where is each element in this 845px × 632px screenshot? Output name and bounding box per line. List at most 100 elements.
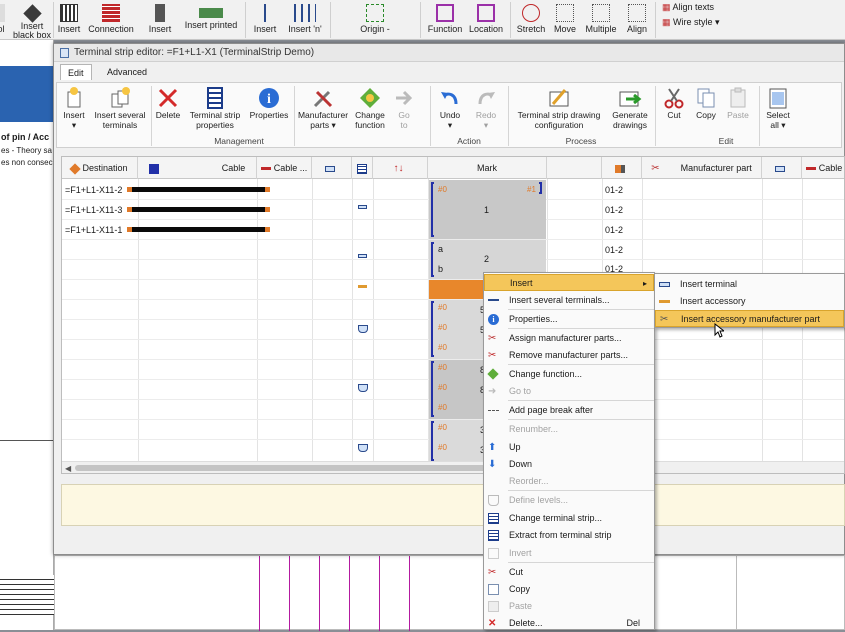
delete-button[interactable]: Delete	[153, 86, 183, 136]
mark-hash-0: #0	[438, 343, 447, 352]
menu-item-delete[interactable]: ✕ Delete... Del	[484, 615, 654, 632]
column-blank[interactable]	[547, 157, 602, 179]
destination-cell[interactable]: =F1+L1-X11-1	[65, 225, 122, 235]
bg-btn-multiple[interactable]: Multiple	[582, 0, 620, 40]
menu-item-extract-from-strip[interactable]: Extract from terminal strip	[484, 527, 654, 544]
delete-shortcut: Del	[626, 618, 640, 628]
column-cable-extra[interactable]: Cable ...	[257, 157, 312, 179]
wire-icon	[805, 167, 816, 171]
redo-button[interactable]: Redo ▾	[469, 86, 503, 136]
ref-cell[interactable]: 01-2	[605, 205, 623, 215]
down-arrow-icon: ⬇	[488, 459, 497, 470]
column-cable-2[interactable]: Cable	[802, 157, 844, 179]
column-ref[interactable]	[602, 157, 642, 179]
paste-button[interactable]: Paste	[723, 86, 753, 136]
column-manufacturer-part[interactable]: ✂ Manufacturer part	[642, 157, 762, 179]
dialog-title-bar[interactable]: Terminal strip editor: =F1+L1-X1 (Termin…	[54, 44, 844, 62]
menu-item-invert[interactable]: Invert	[484, 545, 654, 562]
column-mark[interactable]: Mark	[428, 157, 547, 179]
menu-item-insert[interactable]: Insert ▸	[484, 274, 654, 291]
menu-item-down[interactable]: ⬇ Down	[484, 456, 654, 473]
bg-btn-insert-plug[interactable]: Insert	[145, 0, 175, 40]
bg-sep	[655, 2, 656, 38]
menu-item-define-levels[interactable]: Define levels...	[484, 492, 654, 509]
submenu-item-insert-accessory[interactable]: Insert accessory	[655, 293, 844, 310]
submenu-item-insert-accessory-manufacturer-part[interactable]: ✂ Insert accessory manufacturer part	[655, 310, 844, 327]
generate-drawings-button[interactable]: Generate drawings	[609, 86, 651, 136]
bg-btn-0[interactable]: ol	[0, 0, 8, 40]
cut-button[interactable]: Cut	[659, 86, 689, 136]
bg-btn-align[interactable]: Align	[622, 0, 652, 40]
column-cable[interactable]: Cable	[138, 157, 257, 179]
manufacturer-parts-button[interactable]: Manufacturer parts ▾	[297, 86, 349, 136]
menu-item-up[interactable]: ⬆ Up	[484, 439, 654, 456]
submenu-item-insert-terminal[interactable]: Insert terminal	[655, 276, 844, 293]
destination-cell[interactable]: =F1+L1-X11-2	[65, 185, 122, 195]
copy-button[interactable]: Copy	[691, 86, 721, 136]
undo-button[interactable]: Undo ▾	[433, 86, 467, 136]
menu-item-copy[interactable]: Copy	[484, 581, 654, 598]
ref-cell[interactable]: 01-2	[605, 225, 623, 235]
bg-btn-insert-n[interactable]: Insert 'n'	[285, 0, 325, 40]
bg-btn-black-box[interactable]: Insert black box	[10, 0, 54, 40]
bg-btn-move[interactable]: Move	[550, 0, 580, 40]
bg-btn-origin[interactable]: Origin -	[350, 0, 400, 40]
cable-line[interactable]	[127, 207, 270, 212]
bg-btn-connection[interactable]: Connection	[85, 0, 137, 40]
menu-item-add-page-break[interactable]: Add page break after	[484, 402, 654, 419]
select-all-button[interactable]: Select all ▾	[763, 86, 793, 136]
bg-side-text: es non consec	[1, 158, 53, 167]
ribbon-separator	[655, 86, 656, 146]
connection-icon	[102, 4, 120, 22]
destination-cell[interactable]: =F1+L1-X11-3	[65, 205, 122, 215]
change-function-button[interactable]: Change function	[351, 86, 389, 136]
bg-btn-insert-printed[interactable]: Insert printed	[180, 0, 242, 40]
bg-btn-function[interactable]: Function	[425, 0, 465, 40]
bg-btn-location[interactable]: Location	[466, 0, 506, 40]
tab-edit[interactable]: Edit	[60, 64, 92, 80]
bg-wire-style[interactable]: ▦ Wire style ▾	[662, 17, 720, 28]
menu-item-properties[interactable]: i Properties...	[484, 311, 654, 328]
scroll-left-icon[interactable]: ◀	[65, 464, 71, 473]
insert-several-icon	[108, 86, 132, 110]
menu-item-change-terminal-strip[interactable]: Change terminal strip...	[484, 510, 654, 527]
column-destination[interactable]: Destination	[62, 157, 138, 179]
bg-align-texts[interactable]: ▦ Align texts	[662, 2, 714, 13]
menu-item-remove-manufacturer-parts[interactable]: ✂ Remove manufacturer parts...	[484, 347, 654, 364]
properties-button[interactable]: i Properties	[247, 86, 291, 136]
column-connector[interactable]	[312, 157, 352, 179]
tab-advanced[interactable]: Advanced	[100, 64, 154, 80]
go-to-button[interactable]: Go to	[391, 86, 417, 136]
mouse-cursor-icon	[714, 323, 724, 338]
menu-item-renumber[interactable]: Renumber...	[484, 421, 654, 438]
drawing-configuration-button[interactable]: Terminal strip drawing configuration	[511, 86, 607, 136]
ref-cell[interactable]: 01-2	[605, 245, 623, 255]
terminal-strip-properties-button[interactable]: Terminal strip properties	[185, 86, 245, 136]
scrollbar-thumb[interactable]	[75, 465, 495, 471]
cable-line[interactable]	[127, 187, 270, 192]
cable-line[interactable]	[127, 227, 270, 232]
function-symbol	[358, 384, 368, 392]
menu-item-cut[interactable]: ✂ Cut	[484, 564, 654, 581]
menu-item-go-to[interactable]: ➜ Go to	[484, 383, 654, 400]
bg-btn-insert-terminal[interactable]: Insert	[250, 0, 280, 40]
mark-value: 2	[484, 254, 490, 264]
menu-item-reorder[interactable]: Reorder...	[484, 473, 654, 490]
ref-cell[interactable]: 01-2	[605, 185, 623, 195]
menu-item-assign-manufacturer-parts[interactable]: ✂ Assign manufacturer parts...	[484, 330, 654, 347]
bg-btn-insert-device[interactable]: Insert	[55, 0, 83, 40]
insert-icon	[62, 86, 86, 110]
horizontal-scrollbar[interactable]: ◀	[62, 461, 844, 473]
insert-several-terminals-button[interactable]: Insert several terminals	[91, 86, 149, 136]
bg-btn-stretch[interactable]: Stretch	[514, 0, 548, 40]
insert-button[interactable]: Insert ▾	[59, 86, 89, 136]
up-arrow-icon: ⬆	[488, 442, 497, 453]
column-sort[interactable]: ↑↓	[373, 157, 428, 179]
svg-text:i: i	[267, 92, 271, 107]
menu-item-change-function[interactable]: Change function...	[484, 366, 654, 383]
menu-item-insert-several-terminals[interactable]: Insert several terminals...	[484, 292, 654, 309]
align-icon	[628, 4, 646, 22]
column-terminal[interactable]	[352, 157, 373, 179]
column-connector-2[interactable]	[762, 157, 802, 179]
menu-item-paste[interactable]: Paste	[484, 598, 654, 615]
